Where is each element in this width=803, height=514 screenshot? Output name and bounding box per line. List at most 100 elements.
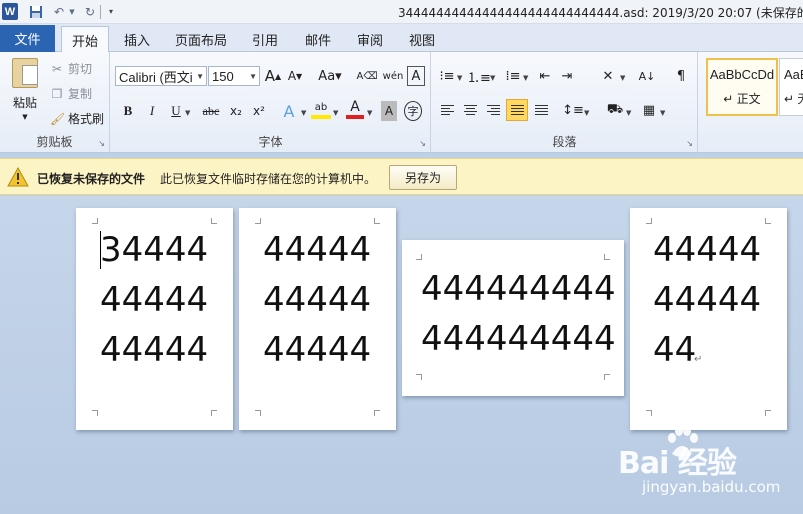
cut-button[interactable]: ✂ 剪切 [50,60,92,77]
character-shading-icon[interactable]: A [381,101,397,121]
highlight-icon[interactable]: ab [311,99,331,119]
margin-corner [255,410,261,416]
window-title: 34444444444444444444444444444.asd: 2019/… [398,6,803,20]
page-4[interactable]: 44444 44444 44 ↵ [630,208,787,430]
multilevel-dropdown-icon[interactable]: ▼ [523,74,528,82]
customize-quick-access-icon[interactable]: ▾ [106,3,116,20]
tab-references[interactable]: 引用 [244,26,286,52]
sort-icon[interactable]: A↓ [638,66,656,86]
font-color-dropdown-icon[interactable]: ▼ [367,109,372,117]
tab-insert[interactable]: 插入 [116,26,158,52]
tab-mailings[interactable]: 邮件 [297,26,339,52]
text-line: 444444444 [421,319,616,359]
text-line: 44444 [263,330,372,370]
character-border-icon[interactable]: A [407,66,425,86]
undo-icon[interactable]: ↶ [52,3,66,20]
enclose-characters-icon[interactable]: 字 [404,101,422,121]
font-launcher-icon[interactable]: ↘ [419,139,426,148]
style-normal-name: ↵ 正文 [723,92,761,106]
margin-corner [646,218,652,224]
shading-dropdown-icon[interactable]: ▼ [626,109,631,117]
paragraph-launcher-icon[interactable]: ↘ [686,139,693,148]
page-1[interactable]: 34444 44444 44444 [76,208,233,430]
line-spacing-icon[interactable]: ↕≡ [562,100,584,120]
recovery-info-bar: 已恢复未保存的文件 此已恢复文件临时存储在您的计算机中。 另存为 [0,158,803,195]
margin-corner [765,410,771,416]
tab-file[interactable]: 文件 [0,25,55,52]
bullets-dropdown-icon[interactable]: ▼ [457,74,462,82]
margin-corner [374,410,380,416]
justify-icon[interactable] [506,99,528,121]
align-center-icon[interactable] [461,100,479,120]
word-logo-icon[interactable]: W [2,3,18,20]
superscript-icon[interactable]: x² [250,101,268,121]
copy-label: 复制 [68,87,93,101]
borders-icon[interactable]: ▦ [640,100,658,120]
save-as-button[interactable]: 另存为 [389,165,457,190]
watermark-url: jingyan.baidu.com [642,478,781,496]
multilevel-list-icon[interactable]: ⁞≡ [504,66,522,86]
save-icon[interactable] [28,3,44,20]
text-effects-dropdown-icon[interactable]: ▼ [301,109,306,117]
grow-font-icon[interactable]: A ▲ [264,66,282,86]
italic-icon[interactable]: I [143,101,161,121]
redo-icon[interactable]: ↻ [83,3,97,20]
chinese-layout-icon[interactable]: ✕ [598,66,618,86]
tab-home[interactable]: 开始 [61,26,109,53]
paste-dropdown-icon[interactable]: ▼ [22,113,27,121]
margin-corner [255,218,261,224]
font-size-combo[interactable]: 150 ▼ [208,66,260,86]
line-spacing-dropdown-icon[interactable]: ▼ [584,109,589,117]
chevron-down-icon: ▼ [249,71,257,81]
highlight-dropdown-icon[interactable]: ▼ [333,109,338,117]
clipboard-launcher-icon[interactable]: ↘ [98,139,105,148]
margin-corner [211,410,217,416]
phonetic-guide-icon[interactable]: wén [383,66,404,86]
clear-formatting-icon[interactable]: A⌫ [357,66,378,86]
text-line: 44444 [653,230,762,270]
divider [100,5,102,19]
ribbon-tabs: 文件 开始 插入 页面布局 引用 邮件 审阅 视图 [0,24,803,53]
underline-dropdown-icon[interactable]: ▼ [185,109,190,117]
subscript-icon[interactable]: x₂ [227,101,245,121]
change-case-icon[interactable]: Aa▾ [316,66,344,86]
show-hide-marks-icon[interactable]: ¶ [672,66,690,86]
shrink-font-icon[interactable]: A ▼ [286,66,304,86]
distributed-icon[interactable] [532,100,550,120]
tab-page-layout[interactable]: 页面布局 [170,26,232,52]
font-name-combo[interactable]: Calibri (西文i ▼ [115,66,207,86]
shading-icon[interactable]: ⛟ [606,100,624,120]
font-color-icon[interactable]: A [346,99,364,119]
strikethrough-icon[interactable]: abc [200,101,222,121]
style-normal[interactable]: AaBbCcDd ↵ 正文 [706,58,778,116]
numbering-dropdown-icon[interactable]: ▼ [490,74,495,82]
margin-corner [604,374,610,380]
text-line: 44444 [263,280,372,320]
text-line: 44444 [653,280,762,320]
chevron-down-icon: ▼ [196,71,204,81]
page-3[interactable]: 444444444 444444444 [402,240,624,396]
align-left-icon[interactable] [438,100,456,120]
tab-review[interactable]: 审阅 [349,26,391,52]
align-right-icon[interactable] [484,100,502,120]
paragraph-mark-icon: ↵ [694,354,703,365]
copy-button[interactable]: ❐ 复制 [50,85,92,102]
increase-indent-icon[interactable]: ⇥ [558,66,576,86]
title-bar: W ↶ ▼ ↻ ▾ 34444444444444444444444444444.… [0,0,803,24]
numbering-icon[interactable]: ⒈≡ [467,66,491,86]
bullets-icon[interactable]: ⁝≡ [438,66,456,86]
borders-dropdown-icon[interactable]: ▼ [660,109,665,117]
page-2[interactable]: 44444 44444 44444 [239,208,396,430]
bold-icon[interactable]: B [119,101,137,121]
tab-view[interactable]: 视图 [401,26,443,52]
text-effects-icon[interactable]: A [279,101,299,121]
undo-dropdown-icon[interactable]: ▼ [68,3,76,20]
format-painter-button[interactable]: 🖌 格式刷 [50,110,104,127]
text-line: 44444 [100,330,209,370]
decrease-indent-icon[interactable]: ⇤ [536,66,554,86]
underline-icon[interactable]: U [167,101,185,121]
paste-button[interactable]: 粘贴 ▼ [8,58,42,121]
chinese-layout-dropdown-icon[interactable]: ▼ [620,74,625,82]
margin-corner [92,218,98,224]
style-no-spacing[interactable]: AaBb ↵ 无 [779,58,803,116]
